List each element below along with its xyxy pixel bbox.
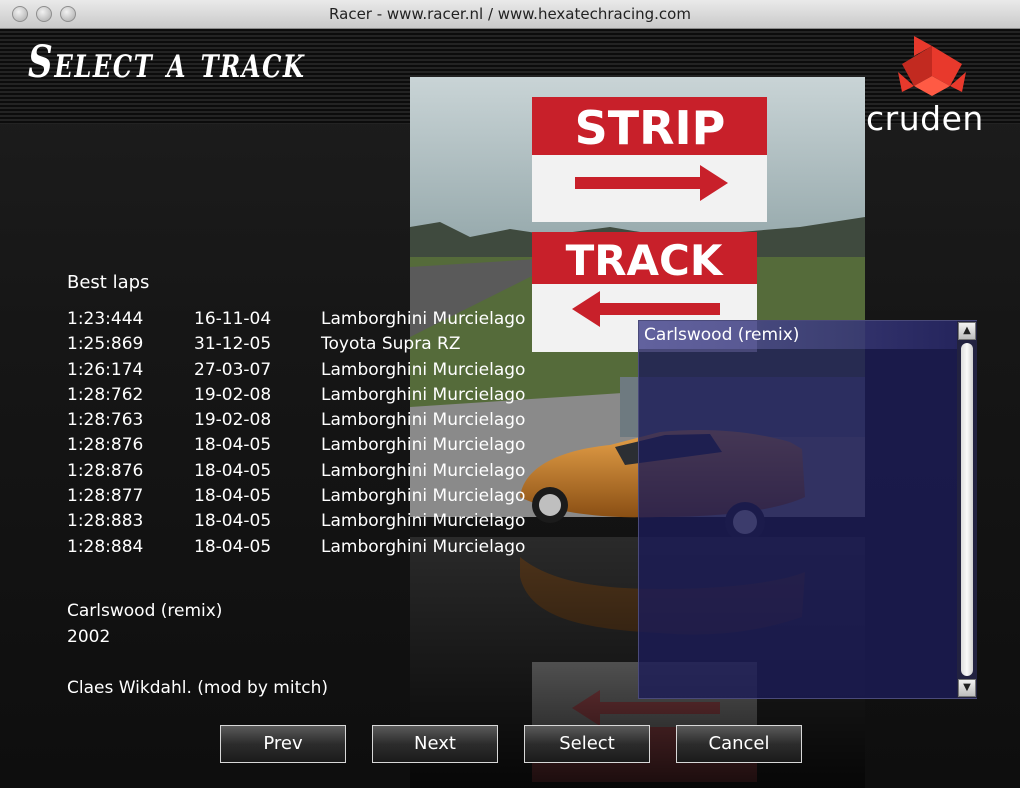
chevron-up-icon: ▲ — [963, 325, 971, 336]
lap-car: Lamborghini Murcielago — [321, 410, 526, 431]
track-list-item-label: Carlswood (remix) — [644, 325, 800, 345]
lap-date: 27-03-07 — [194, 359, 272, 380]
window-title: Racer - www.racer.nl / www.hexatechracin… — [329, 5, 691, 23]
cruden-logo-text: cruden — [866, 99, 984, 138]
next-button[interactable]: Next — [372, 725, 498, 763]
lap-time: 1:28:762 — [67, 384, 144, 405]
lap-time: 1:28:877 — [67, 486, 144, 507]
page-title: Select a track — [28, 37, 306, 88]
lap-car: Toyota Supra RZ — [321, 334, 461, 355]
track-list-item-selected[interactable]: Carlswood (remix) — [639, 321, 957, 349]
track-author: Claes Wikdahl. (mod by mitch) — [67, 678, 328, 698]
track-name: Carlswood (remix) — [67, 601, 223, 621]
lap-date: 18-04-05 — [194, 460, 272, 481]
lap-car: Lamborghini Murcielago — [321, 384, 526, 405]
lap-car: Lamborghini Murcielago — [321, 511, 526, 532]
lap-date: 18-04-05 — [194, 435, 272, 456]
prev-button[interactable]: Prev — [220, 725, 346, 763]
select-button[interactable]: Select — [524, 725, 650, 763]
lap-car: Lamborghini Murcielago — [321, 359, 526, 380]
lap-car: Lamborghini Murcielago — [321, 536, 526, 557]
lap-car: Lamborghini Murcielago — [321, 486, 526, 507]
lap-date: 18-04-05 — [194, 511, 272, 532]
lap-time: 1:28:876 — [67, 435, 144, 456]
chevron-down-icon: ▼ — [963, 682, 971, 693]
scroll-up-button[interactable]: ▲ — [958, 322, 976, 340]
lap-car: Lamborghini Murcielago — [321, 435, 526, 456]
scroll-thumb[interactable] — [961, 343, 973, 676]
sign-text-track: TRACK — [566, 236, 724, 285]
lap-time: 1:26:174 — [67, 359, 144, 380]
lap-date: 16-11-04 — [194, 309, 272, 329]
sign-text-strip: STRIP — [575, 101, 726, 155]
lap-time: 1:23:444 — [67, 309, 144, 329]
track-year: 2002 — [67, 627, 111, 647]
cancel-button[interactable]: Cancel — [676, 725, 802, 763]
lap-date: 31-12-05 — [194, 334, 272, 355]
lap-time: 1:28:883 — [67, 511, 144, 532]
lap-car: Lamborghini Murcielago — [321, 309, 526, 329]
lap-time: 1:28:876 — [67, 460, 144, 481]
track-list-scrollbar[interactable]: ▲ ▼ — [957, 321, 977, 698]
track-list[interactable]: Carlswood (remix) ▲ ▼ — [638, 320, 977, 699]
lap-time: 1:25:869 — [67, 334, 144, 355]
lap-time: 1:28:763 — [67, 410, 144, 431]
window-titlebar: Racer - www.racer.nl / www.hexatechracin… — [0, 0, 1020, 29]
lap-time: 1:28:884 — [67, 536, 144, 557]
best-laps-title: Best laps — [67, 272, 150, 293]
track-selection-screen: STRIP TRACK Select a track cruden Best l… — [0, 29, 1020, 788]
lap-car: Lamborghini Murcielago — [321, 460, 526, 481]
lap-date: 19-02-08 — [194, 410, 272, 431]
lap-date: 19-02-08 — [194, 384, 272, 405]
lap-date: 18-04-05 — [194, 536, 272, 557]
lap-date: 18-04-05 — [194, 486, 272, 507]
scroll-down-button[interactable]: ▼ — [958, 679, 976, 697]
